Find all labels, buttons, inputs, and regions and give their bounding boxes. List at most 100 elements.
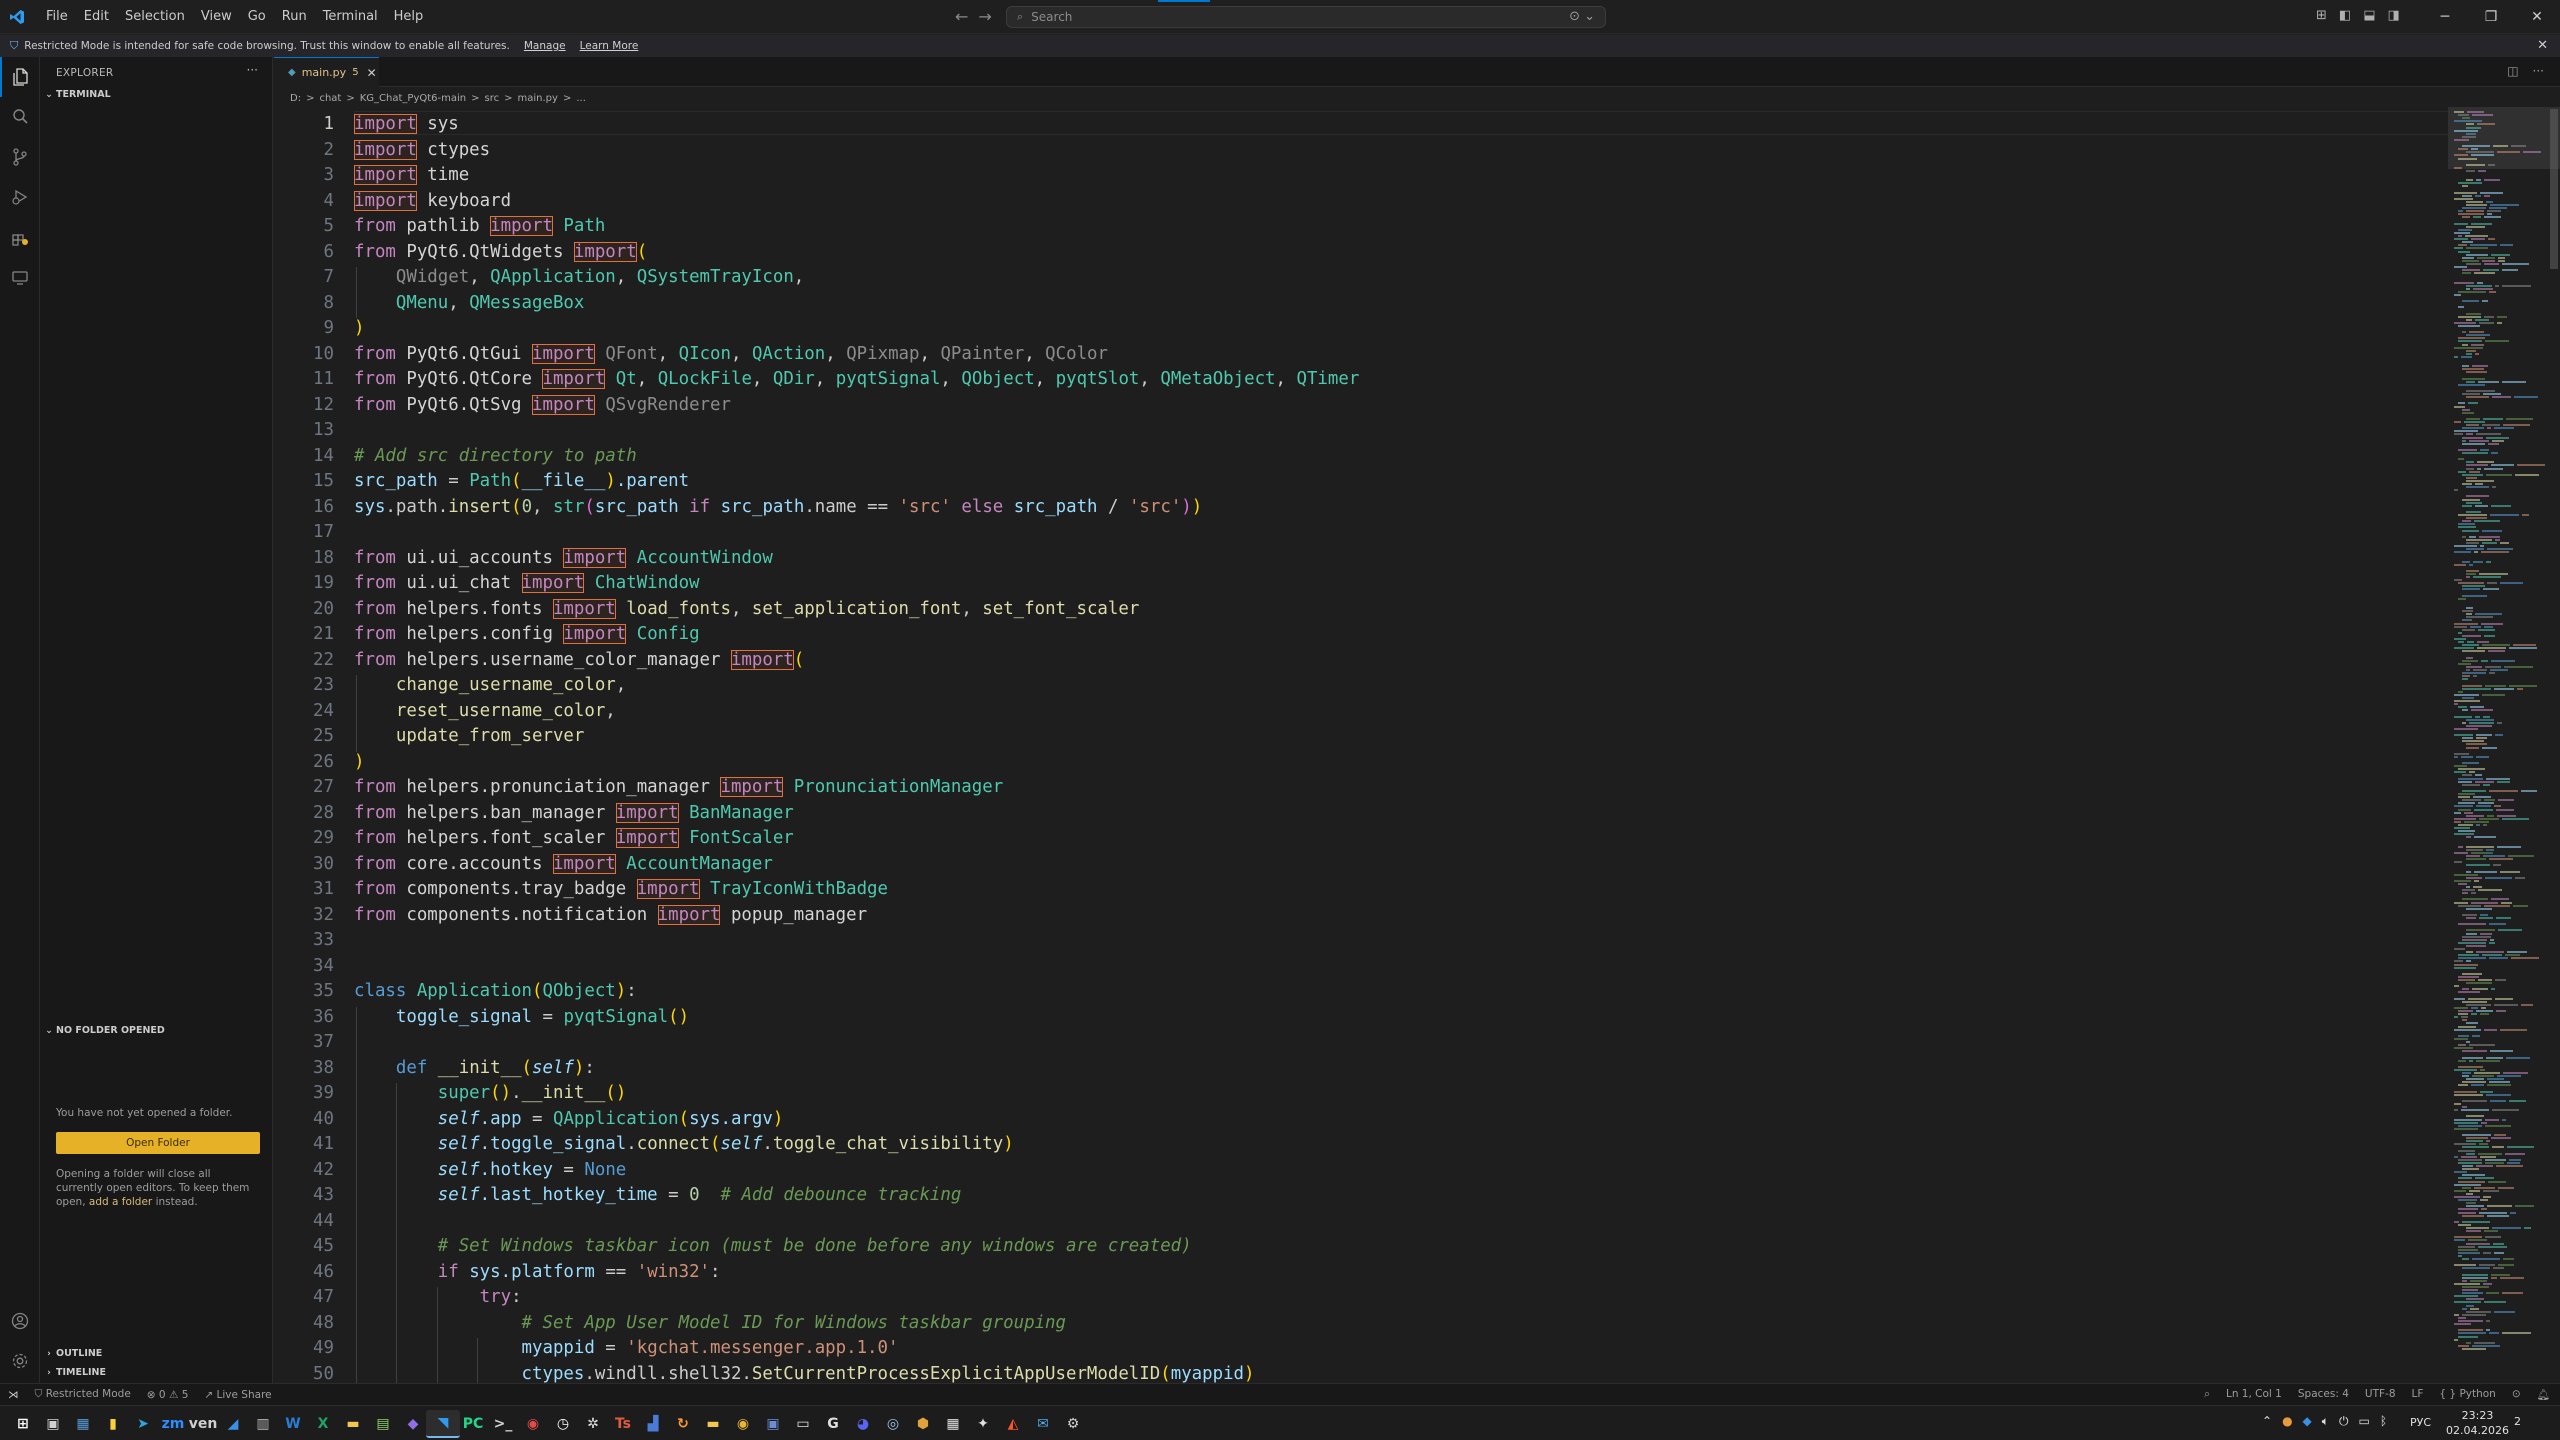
line-number[interactable]: 24 (274, 701, 334, 721)
menu-terminal[interactable]: Terminal (315, 0, 386, 34)
line-number[interactable]: 23 (274, 675, 334, 695)
code-line[interactable]: from ui.ui_accounts import AccountWindow (354, 547, 773, 568)
code-line[interactable]: QWidget, QApplication, QSystemTrayIcon, (354, 267, 804, 287)
outline-section-header[interactable]: › OUTLINE (42, 1348, 102, 1359)
manage-gear-icon[interactable] (0, 1341, 40, 1381)
code-line[interactable]: from components.notification import popu… (354, 904, 867, 925)
zoom-icon[interactable]: ⌕ (2204, 1388, 2210, 1401)
code-line[interactable]: from pathlib import Path (354, 216, 605, 236)
taskbar-discord-icon[interactable]: ◕ (846, 1410, 880, 1438)
code-line[interactable]: # Set Windows taskbar icon (must be done… (354, 1236, 1192, 1256)
code-line[interactable]: from helpers.username_color_manager impo… (354, 649, 804, 670)
line-number[interactable]: 13 (274, 420, 334, 440)
tray-app-icon[interactable]: ● (2282, 1414, 2292, 1429)
taskbar-clock-icon[interactable]: ◷ (546, 1410, 580, 1438)
line-number[interactable]: 39 (274, 1083, 334, 1103)
line-number[interactable]: 7 (274, 267, 334, 287)
line-number[interactable]: 14 (274, 446, 334, 466)
tab-main-py[interactable]: ◆ main.py 5 ✕ (274, 57, 379, 87)
line-number[interactable]: 45 (274, 1236, 334, 1256)
add-folder-link[interactable]: add a folder (89, 1196, 152, 1208)
line-number[interactable]: 41 (274, 1134, 334, 1154)
taskbar-files-icon[interactable]: ▭ (786, 1410, 820, 1438)
code-line[interactable]: super().__init__() (354, 1083, 627, 1103)
menu-file[interactable]: File (38, 0, 76, 34)
taskbar-sticky-notes-icon[interactable]: ▮ (96, 1410, 130, 1438)
code-editor[interactable]: 1 import sys 2 import ctypes 3 import time 4 im… (274, 107, 2494, 1415)
code-line[interactable]: from helpers.pronunciation_manager impor… (354, 777, 1003, 797)
line-number[interactable]: 19 (274, 573, 334, 593)
line-number[interactable]: 3 (274, 165, 334, 185)
run-debug-icon[interactable] (0, 177, 40, 217)
code-line[interactable]: from helpers.config import Config (354, 624, 700, 644)
open-folder-button[interactable]: Open Folder (56, 1132, 260, 1154)
taskbar-excel-icon[interactable]: X (306, 1410, 340, 1438)
taskbar-venv-icon[interactable]: ven (186, 1410, 220, 1438)
notification-center-icon[interactable]: 2 (2514, 1413, 2538, 1435)
code-line[interactable]: ctypes.windll.shell32.SetCurrentProcessE… (354, 1364, 1255, 1384)
code-line[interactable]: import ctypes (354, 139, 490, 160)
code-line[interactable]: from PyQt6.QtSvg import QSvgRenderer (354, 394, 731, 415)
taskbar-explorer-icon[interactable]: ▬ (696, 1410, 730, 1438)
remote-indicator-icon[interactable]: ⋊ (0, 1389, 27, 1401)
code-line[interactable]: src_path = Path(__file__).parent (354, 471, 689, 491)
vertical-scrollbar[interactable] (2546, 107, 2560, 1383)
code-line[interactable]: from helpers.font_scaler import FontScal… (354, 828, 794, 848)
search-view-icon[interactable] (0, 97, 40, 137)
line-number[interactable]: 2 (274, 140, 334, 160)
taskbar-typst-icon[interactable]: Ts (606, 1410, 640, 1438)
volume-icon[interactable]: 🔈︎ (2322, 1414, 2329, 1429)
code-line[interactable]: sys.path.insert(0, str(src_path if src_p… (354, 497, 1202, 517)
taskbar-folder-icon[interactable]: ▬ (336, 1410, 370, 1438)
taskbar-clock[interactable]: 23:23 02.04.2026 (2446, 1408, 2509, 1438)
menu-view[interactable]: View (193, 0, 240, 34)
line-number[interactable]: 44 (274, 1211, 334, 1231)
code-line[interactable]: ) (354, 318, 364, 338)
code-line[interactable]: self.app = QApplication(sys.argv) (354, 1109, 784, 1129)
split-editor-icon[interactable]: ◫ (2507, 64, 2518, 78)
live-share-status[interactable]: ↗ Live Share (196, 1389, 279, 1401)
code-line[interactable]: from PyQt6.QtGui import QFont, QIcon, QA… (354, 343, 1108, 364)
taskbar-cube-icon[interactable]: ⬢ (906, 1410, 940, 1438)
line-number[interactable]: 29 (274, 828, 334, 848)
back-arrow-icon[interactable]: ← (955, 7, 968, 26)
taskbar-terminal-icon[interactable]: >_ (486, 1410, 520, 1438)
no-folder-section-header[interactable]: ⌄ NO FOLDER OPENED (42, 1025, 165, 1036)
line-number[interactable]: 46 (274, 1262, 334, 1282)
line-number[interactable]: 34 (274, 956, 334, 976)
copilot-icon[interactable]: ⊙ ⌄ (1569, 9, 1595, 24)
code-line[interactable]: update_from_server (354, 726, 584, 746)
breadcrumb-item[interactable]: src (485, 93, 500, 104)
power-icon[interactable]: ⏻ (2339, 1414, 2349, 1429)
line-number[interactable]: 35 (274, 981, 334, 1001)
banner-close-icon[interactable]: ✕ (2537, 38, 2548, 53)
code-line[interactable]: import keyboard (354, 190, 511, 211)
menu-go[interactable]: Go (240, 0, 274, 34)
code-line[interactable]: if sys.platform == 'win32': (354, 1262, 721, 1282)
taskbar-start-icon[interactable]: ⊞ (6, 1410, 40, 1438)
code-line[interactable]: myappid = 'kgchat.messenger.app.1.0' (354, 1338, 899, 1358)
line-number[interactable]: 22 (274, 650, 334, 670)
line-number[interactable]: 37 (274, 1032, 334, 1052)
copilot-status-icon[interactable]: ⊙ (2512, 1388, 2521, 1401)
taskbar-media-icon[interactable]: ◉ (516, 1410, 550, 1438)
line-number[interactable]: 18 (274, 548, 334, 568)
extensions-icon[interactable] (0, 217, 40, 257)
line-number[interactable]: 6 (274, 242, 334, 262)
code-line[interactable]: reset_username_color, (354, 701, 616, 721)
line-number[interactable]: 38 (274, 1058, 334, 1078)
line-number[interactable]: 27 (274, 777, 334, 797)
code-line[interactable]: change_username_color, (354, 675, 626, 695)
line-number[interactable]: 1 (274, 114, 334, 134)
scrollbar-thumb[interactable] (2550, 109, 2558, 269)
taskbar-mail-icon[interactable]: ✉ (1026, 1410, 1060, 1438)
line-number[interactable]: 26 (274, 752, 334, 772)
code-line[interactable]: self.last_hotkey_time = 0 # Add debounce… (354, 1185, 962, 1205)
taskbar-gpu-icon[interactable]: ▦ (936, 1410, 970, 1438)
line-number[interactable]: 50 (274, 1364, 334, 1384)
taskbar-g-app-icon[interactable]: G (816, 1410, 850, 1438)
minimize-button[interactable]: ─ (2422, 0, 2468, 34)
code-line[interactable]: ) (354, 752, 364, 772)
taskbar-vscode-icon[interactable]: ◥ (426, 1410, 460, 1438)
taskbar-task-view-icon[interactable]: ▣ (36, 1410, 70, 1438)
